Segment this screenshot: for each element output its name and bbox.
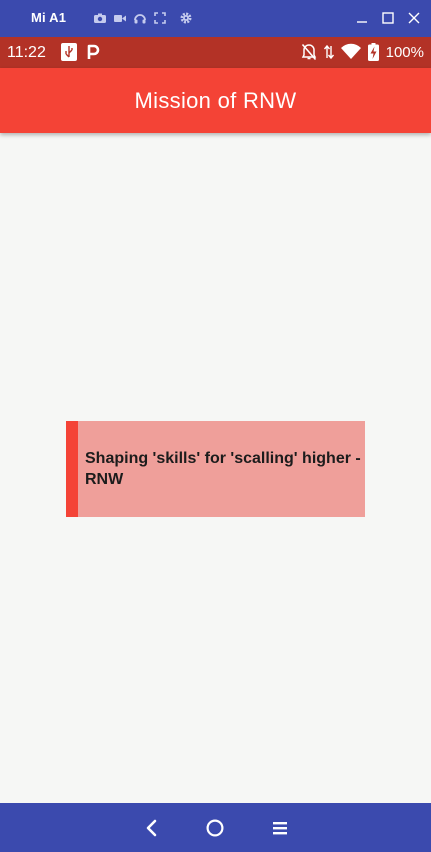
data-arrows-icon xyxy=(323,44,334,60)
mission-card: Shaping 'skills' for 'scalling' higher -… xyxy=(66,421,365,517)
settings-icon[interactable] xyxy=(179,11,193,25)
close-icon[interactable] xyxy=(407,11,421,25)
status-bar: 11:22 100% xyxy=(0,37,431,68)
screen: Mi A1 11:22 100% Mission of RNW Shaping … xyxy=(0,0,431,852)
navigation-bar xyxy=(0,803,431,852)
headphones-icon[interactable] xyxy=(133,11,147,25)
status-time: 11:22 xyxy=(7,44,46,61)
usb-icon xyxy=(61,43,77,61)
minimize-icon[interactable] xyxy=(355,11,369,25)
parking-app-icon xyxy=(87,44,100,59)
notifications-off-icon xyxy=(301,43,316,61)
window-controls xyxy=(355,11,421,25)
video-icon[interactable] xyxy=(113,11,127,25)
maximize-icon[interactable] xyxy=(381,11,395,25)
recents-button[interactable] xyxy=(267,815,293,841)
battery-charging-icon xyxy=(367,43,379,61)
back-button[interactable] xyxy=(139,815,165,841)
emulator-tools xyxy=(93,11,193,25)
mission-card-accent xyxy=(66,421,78,517)
wifi-icon xyxy=(340,43,361,59)
battery-percentage: 100% xyxy=(385,43,424,61)
home-button[interactable] xyxy=(202,815,228,841)
back-icon xyxy=(146,819,157,837)
status-system-icons: 100% xyxy=(301,43,424,61)
device-name: Mi A1 xyxy=(31,10,67,25)
emulator-toolbar: Mi A1 xyxy=(0,0,431,37)
page-title: Mission of RNW xyxy=(134,88,297,113)
app-bar: Mission of RNW xyxy=(0,68,431,133)
camera-icon[interactable] xyxy=(93,11,107,25)
fullscreen-icon[interactable] xyxy=(153,11,167,25)
recents-icon xyxy=(273,822,287,835)
status-notification-icons xyxy=(61,43,101,61)
home-icon xyxy=(206,819,224,837)
mission-statement: Shaping 'skills' for 'scalling' higher -… xyxy=(85,450,361,488)
